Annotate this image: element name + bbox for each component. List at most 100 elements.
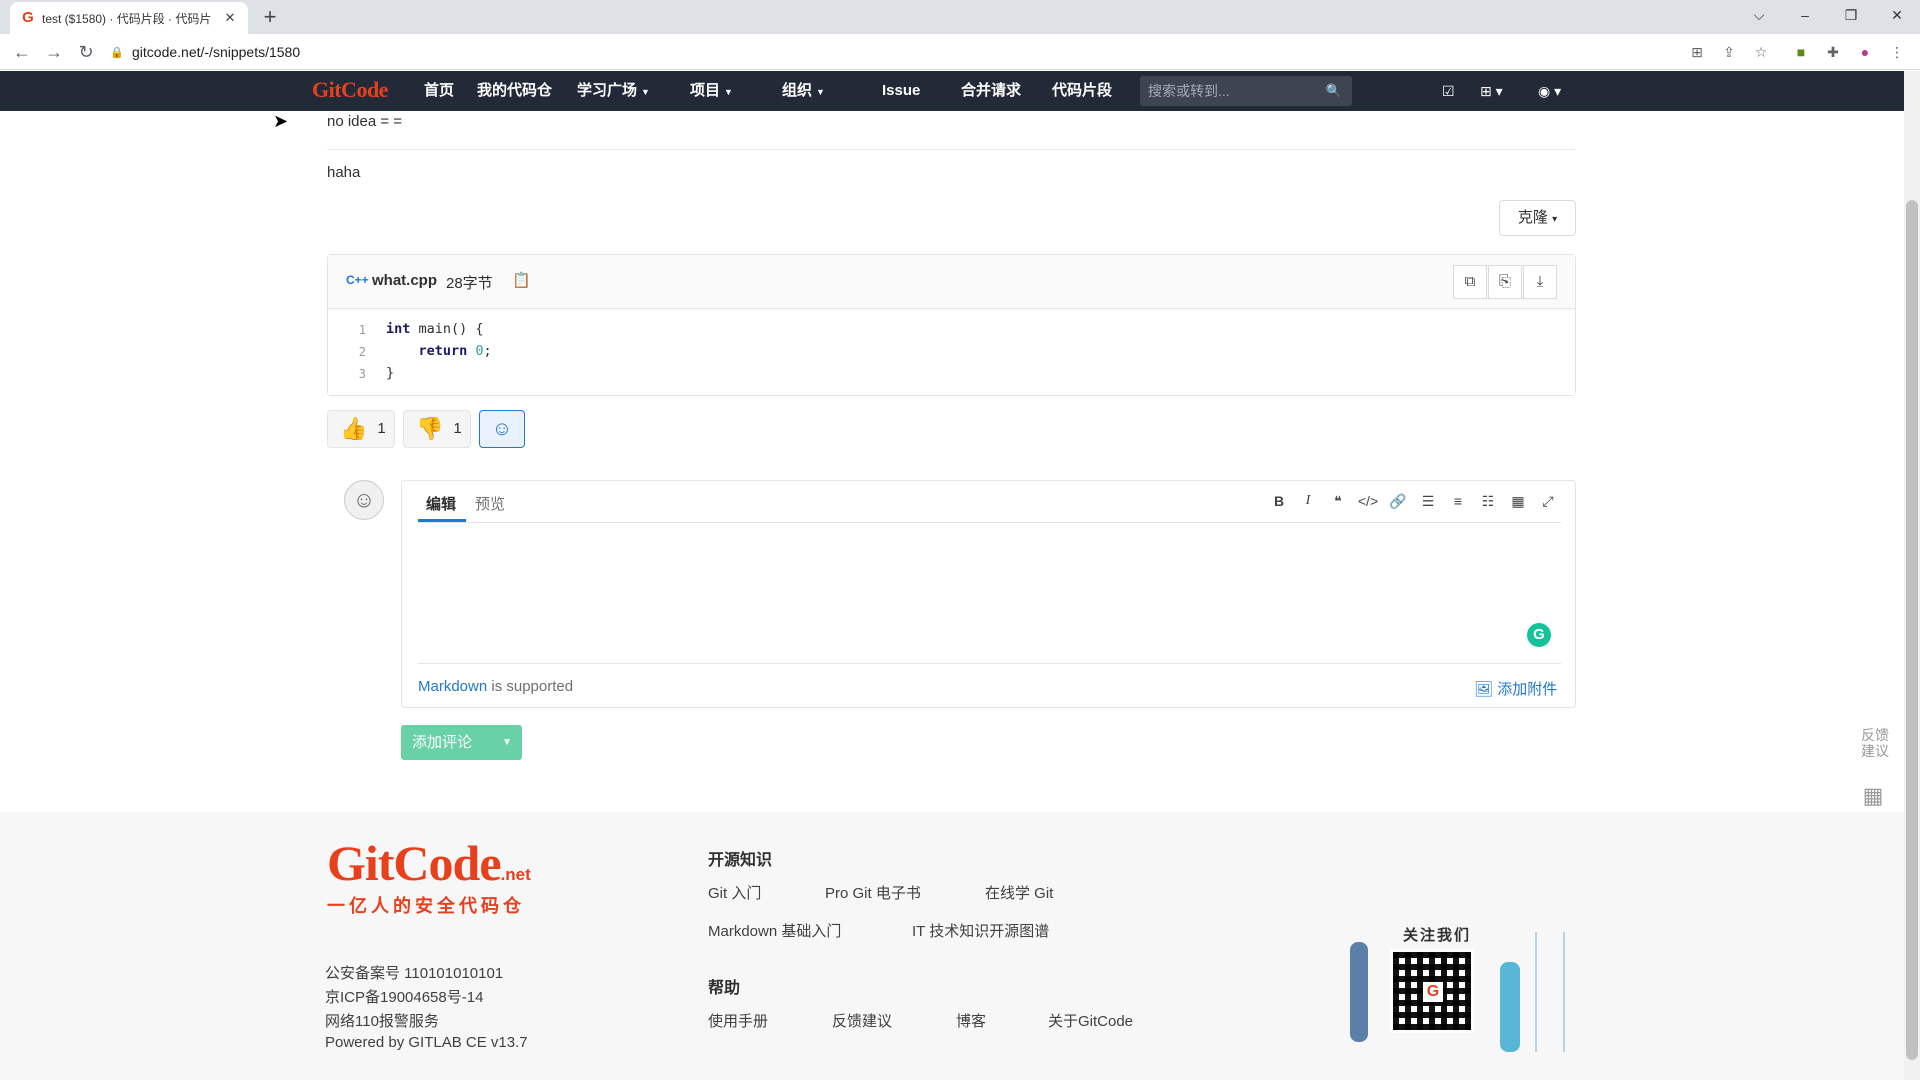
markdown-hint: Markdown is supported	[418, 678, 573, 695]
footer-link[interactable]: Markdown 基础入门	[708, 920, 841, 941]
tab-close-icon[interactable]: ✕	[222, 10, 238, 26]
footer-slogan: 一亿人的安全代码仓	[327, 896, 525, 916]
footer-logo-suffix: .net	[500, 865, 531, 884]
clone-label: 克隆	[1517, 209, 1548, 226]
chevron-down-icon[interactable]: ▼	[502, 725, 512, 760]
follow-us-title: 关注我们	[1403, 927, 1472, 944]
copy-path-icon[interactable]: 📋	[512, 271, 531, 289]
url-field[interactable]: 🔒 gitcode.net/-/snippets/1580	[110, 38, 1670, 66]
minimize-button[interactable]: –	[1782, 0, 1828, 30]
new-tab-button[interactable]: +	[258, 4, 282, 30]
numbered-list-icon[interactable]: ≡	[1447, 493, 1469, 509]
footer-link[interactable]: Pro Git 电子书	[825, 882, 921, 903]
fullscreen-icon[interactable]: ⤢	[1537, 493, 1559, 510]
search-placeholder: 搜索或转到...	[1148, 83, 1230, 99]
todo-icon[interactable]: ☑	[1442, 71, 1455, 111]
code-block: 1 int main() { 2 return 0; 3 }	[328, 311, 1575, 395]
attach-label: 添加附件	[1497, 681, 1558, 698]
share-icon[interactable]: ⇪	[1718, 41, 1740, 63]
add-reaction-button[interactable]: ☺	[479, 410, 525, 448]
browser-tab-bar: G test ($1580) · 代码片段 · 代码片 ✕ + ⌵ – ❐ ✕	[0, 0, 1920, 34]
file-size: 28字节	[446, 275, 493, 292]
footer-info[interactable]: 网络110报警服务	[325, 1010, 439, 1031]
qrcode-icon[interactable]: ▦	[1858, 783, 1888, 809]
forward-icon[interactable]: →	[42, 40, 66, 64]
attach-file-button[interactable]: 🖼 添加附件	[1474, 678, 1557, 699]
avatar[interactable]: ☺	[344, 480, 384, 520]
footer-info[interactable]: 京ICP备19004658号-14	[325, 986, 483, 1007]
feedback-button[interactable]: 反馈建议	[1858, 727, 1892, 759]
footer-info[interactable]: 公安备案号 110101010101	[325, 962, 503, 983]
footer-link[interactable]: 使用手册	[708, 1010, 768, 1031]
tab-search-icon[interactable]: ⌵	[1736, 0, 1782, 30]
nav-groups[interactable]: 组织 ▼	[782, 71, 825, 111]
profile-avatar[interactable]: ●	[1854, 41, 1876, 63]
chevron-down-icon: ▼	[641, 87, 650, 97]
tab-edit[interactable]: 编辑	[426, 493, 456, 514]
nav-projects[interactable]: 项目 ▼	[690, 71, 733, 111]
browser-menu-icon[interactable]: ⋮	[1886, 41, 1908, 63]
nav-learning[interactable]: 学习广场 ▼	[577, 71, 650, 111]
bookmark-star-icon[interactable]: ☆	[1750, 41, 1772, 63]
code-text: }	[386, 365, 395, 381]
line-number: 1	[358, 323, 366, 337]
bold-icon[interactable]: B	[1268, 493, 1290, 509]
quote-icon[interactable]: ❝	[1327, 493, 1349, 510]
back-icon[interactable]: ←	[10, 40, 34, 64]
thumbs-up-award[interactable]: 👍 1	[327, 410, 395, 448]
line-number: 3	[358, 367, 366, 381]
footer-link[interactable]: 博客	[956, 1010, 986, 1031]
scrollbar-thumb[interactable]	[1906, 200, 1918, 1060]
search-input[interactable]: 搜索或转到... 🔍	[1140, 76, 1352, 106]
nav-my-repos[interactable]: 我的代码仓	[477, 71, 552, 111]
illustration-ladder	[1535, 932, 1565, 1052]
thumbs-down-award[interactable]: 👎 1	[403, 410, 471, 448]
task-list-icon[interactable]: ☷	[1477, 493, 1499, 510]
user-avatar-menu[interactable]: ◉ ▾	[1538, 71, 1561, 111]
footer-info: Powered by GITLAB CE v13.7	[325, 1034, 528, 1051]
download-button[interactable]: ⤓	[1523, 265, 1557, 299]
close-window-button[interactable]: ✕	[1874, 0, 1920, 30]
footer-link[interactable]: 反馈建议	[832, 1010, 892, 1031]
thumbs-down-count: 1	[453, 420, 462, 437]
restore-button[interactable]: ❐	[1828, 0, 1874, 30]
tab-preview[interactable]: 预览	[475, 493, 505, 514]
link-icon[interactable]: 🔗	[1387, 493, 1409, 510]
footer-logo: GitCode.net	[327, 834, 531, 892]
nav-home[interactable]: 首页	[424, 71, 454, 111]
comment-textarea[interactable]	[418, 525, 1561, 661]
footer-link[interactable]: 在线学 Git	[985, 882, 1053, 903]
clone-button[interactable]: 克隆 ▾	[1499, 200, 1576, 236]
copy-contents-button[interactable]: ⧉	[1453, 265, 1487, 299]
nav-groups-label: 组织	[782, 82, 813, 99]
nav-issues[interactable]: Issue	[882, 71, 920, 111]
site-header: GitCode 首页 我的代码仓 学习广场 ▼ 项目 ▼ 组织 ▼ Issue 合并请…	[0, 71, 1904, 111]
add-comment-button[interactable]: 添加评论 ▼	[401, 725, 522, 760]
italic-icon[interactable]: I	[1297, 493, 1319, 509]
create-new-icon[interactable]: ⊞ ▾	[1480, 71, 1503, 111]
lock-icon: 🔒	[110, 46, 124, 59]
table-icon[interactable]: ▦	[1507, 493, 1529, 510]
url-text: gitcode.net/-/snippets/1580	[132, 44, 301, 60]
nav-snippets[interactable]: 代码片段	[1052, 71, 1112, 111]
nav-merge-requests[interactable]: 合并请求	[961, 71, 1021, 111]
extension-icon[interactable]: ■	[1790, 41, 1812, 63]
browser-tab-title: test ($1580) · 代码片段 · 代码片	[42, 11, 212, 26]
footer-link[interactable]: Git 入门	[708, 882, 761, 903]
image-icon: 🖼	[1474, 681, 1494, 698]
footer-link[interactable]: 关于GitCode	[1048, 1010, 1133, 1031]
footer-section-title: 开源知识	[708, 852, 773, 869]
grammarly-icon[interactable]: G	[1527, 623, 1551, 647]
open-raw-button[interactable]: ⎘	[1488, 265, 1522, 299]
bullet-list-icon[interactable]: ☰	[1417, 493, 1439, 510]
chevron-down-icon: ▼	[724, 87, 733, 97]
reload-icon[interactable]: ↻	[74, 40, 98, 64]
markdown-link[interactable]: Markdown	[418, 678, 487, 695]
gitcode-logo[interactable]: GitCode	[312, 77, 388, 103]
thumbs-down-icon: 👎	[416, 416, 444, 442]
translate-icon[interactable]: ⊞	[1686, 41, 1708, 63]
code-icon[interactable]: </>	[1357, 493, 1379, 509]
browser-tab[interactable]: G test ($1580) · 代码片段 · 代码片 ✕	[10, 2, 248, 34]
puzzle-extensions-icon[interactable]: ✚	[1822, 41, 1844, 63]
footer-link[interactable]: IT 技术知识开源图谱	[912, 920, 1049, 941]
